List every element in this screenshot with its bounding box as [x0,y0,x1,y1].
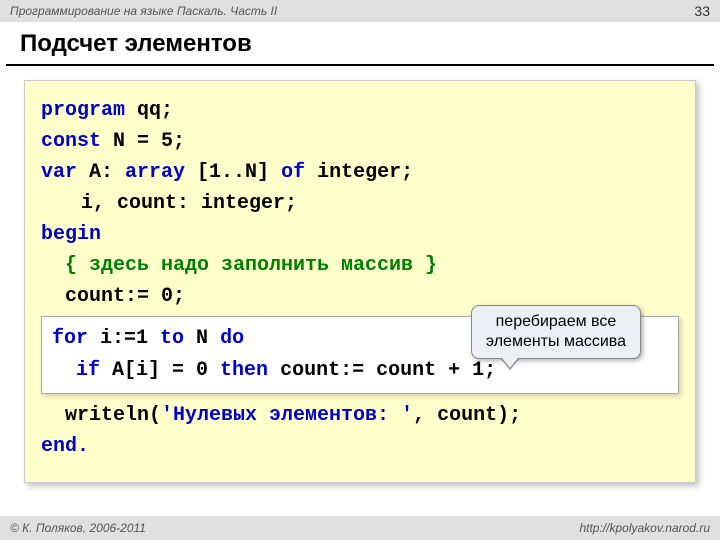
slide-footer: © К. Поляков, 2006-2011 http://kpolyakov… [0,516,720,540]
code-block: program qq; const N = 5; var A: array [1… [24,80,696,483]
code-line: i, count: integer; [41,188,679,219]
code-line: var A: array [1..N] of integer; [41,157,679,188]
code-line: writeln('Нулевых элементов: ', count); [41,400,679,431]
code-line: begin [41,219,679,250]
footer-url: http://kpolyakov.narod.ru [579,521,710,535]
page-number: 33 [694,3,710,19]
code-line: const N = 5; [41,126,679,157]
copyright: © К. Поляков, 2006-2011 [10,521,146,535]
slide-header: Программирование на языке Паскаль. Часть… [0,0,720,22]
slide-title: Подсчет элементов [6,22,714,66]
code-line: if A[i] = 0 then count:= count + 1; [52,355,668,387]
callout-bubble: перебираем все элементы массива [471,305,641,359]
code-line: program qq; [41,95,679,126]
code-line: end. [41,431,679,462]
course-name: Программирование на языке Паскаль. Часть… [10,4,277,18]
code-comment: { здесь надо заполнить массив } [41,250,679,281]
